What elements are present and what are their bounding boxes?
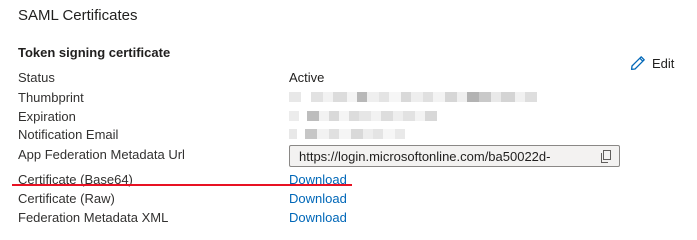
thumbprint-redacted: [289, 92, 537, 102]
edit-label: Edit: [652, 55, 675, 71]
notification-email-label: Notification Email: [18, 127, 119, 142]
expiration-label: Expiration: [18, 109, 76, 124]
certificate-subtitle: Token signing certificate: [18, 45, 171, 60]
metadata-url-label: App Federation Metadata Url: [18, 147, 185, 162]
edit-button[interactable]: Edit: [630, 55, 674, 71]
metadata-url-field[interactable]: https://login.microsoftonline.com/ba5002…: [289, 145, 620, 167]
copy-icon[interactable]: [593, 149, 619, 163]
metadata-url-value: https://login.microsoftonline.com/ba5002…: [299, 148, 551, 164]
status-label: Status: [18, 70, 55, 85]
federation-metadata-xml-label: Federation Metadata XML: [18, 210, 169, 225]
notification-email-redacted: [289, 129, 405, 139]
thumbprint-label: Thumbprint: [18, 90, 84, 105]
pencil-icon: [630, 55, 646, 71]
section-title: SAML Certificates: [18, 7, 138, 24]
certificate-raw-label: Certificate (Raw): [18, 191, 115, 206]
highlight-underline: [12, 184, 352, 186]
status-value: Active: [289, 70, 325, 85]
federation-metadata-xml-download-link[interactable]: Download: [289, 210, 347, 225]
expiration-redacted: [289, 111, 437, 121]
certificate-raw-download-link[interactable]: Download: [289, 191, 347, 206]
